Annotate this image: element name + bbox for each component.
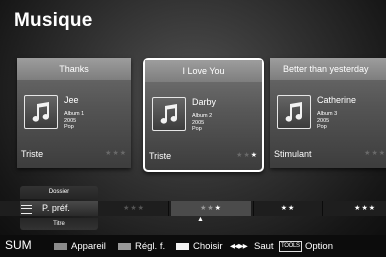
footer-appareil[interactable]: Appareil <box>71 241 106 252</box>
segment-divider <box>253 201 254 216</box>
track-album: Album 1 <box>64 111 85 117</box>
sort-tab-dossier[interactable]: Dossier <box>20 186 98 199</box>
track-meta: Album 3 2005 Pop <box>317 111 337 131</box>
footer-option[interactable]: Option <box>305 241 333 252</box>
track-album: Album 3 <box>317 111 338 117</box>
tools-key-icon: TOOLS <box>279 241 302 252</box>
star-empty-icon: ★ <box>371 150 379 157</box>
footer-regl[interactable]: Régl. f. <box>135 241 165 252</box>
track-album: Album 2 <box>192 113 213 119</box>
track-meta: Album 2 2005 Pop <box>192 113 212 133</box>
track-artist: Catherine <box>317 95 357 105</box>
track-genre: Pop <box>192 126 202 132</box>
sum-label: SUM <box>5 238 32 252</box>
track-mood: Triste <box>21 149 44 159</box>
star-empty-icon: ★ <box>243 152 251 159</box>
star-filled-icon: ★ <box>250 152 258 159</box>
music-screen: Musique Thanks Jee Album 1 2005 Pop Tris… <box>0 0 386 257</box>
track-title: Thanks <box>17 58 131 80</box>
filter-segment-2[interactable]: ★★ <box>256 201 320 216</box>
menu-lines-icon <box>21 205 32 214</box>
star-empty-icon: ★ <box>112 150 120 157</box>
track-artist: Jee <box>64 95 79 105</box>
rating-stars: ★★★ <box>236 151 258 159</box>
track-card-i-love-you[interactable]: I Love You Darby Album 2 2005 Pop Triste… <box>143 58 264 172</box>
key-choisir-icon <box>176 243 189 250</box>
skip-arrows-icon: ◀◀ ▶▶ <box>230 243 248 250</box>
filter-segment-0[interactable]: ★★★ <box>102 201 166 216</box>
track-title: I Love You <box>145 60 262 82</box>
filter-segment-1-active[interactable]: ★★★ <box>171 201 251 216</box>
music-note-icon <box>277 95 311 129</box>
music-note-icon <box>152 97 186 131</box>
segment-divider <box>168 201 169 216</box>
music-note-icon <box>24 95 58 129</box>
sort-tab-titre[interactable]: Titre <box>20 218 98 230</box>
star-empty-icon: ★ <box>119 150 127 157</box>
footer-choisir[interactable]: Choisir <box>193 241 223 252</box>
rating-stars: ★★★ <box>105 149 127 157</box>
segment-divider <box>322 201 323 216</box>
segment-star-dim: ★★ <box>200 205 215 212</box>
key-appareil-icon <box>54 243 67 250</box>
filter-segment-3[interactable]: ★★★ <box>324 201 386 216</box>
track-card-better-than-yesterday[interactable]: Better than yesterday Catherine Album 3 … <box>270 58 386 168</box>
page-title: Musique <box>14 10 93 31</box>
track-card-thanks[interactable]: Thanks Jee Album 1 2005 Pop Triste ★★★ <box>17 58 131 168</box>
track-mood: Triste <box>149 151 172 161</box>
track-meta: Album 1 2005 Pop <box>64 111 84 131</box>
track-artist: Darby <box>192 97 217 107</box>
star-empty-icon: ★ <box>378 150 386 157</box>
track-genre: Pop <box>64 124 74 130</box>
track-title: Better than yesterday <box>270 58 386 80</box>
footer-saut[interactable]: Saut <box>254 241 274 252</box>
segment-star-lit: ★ <box>214 205 222 212</box>
rating-stars: ★★★ <box>364 149 386 157</box>
track-mood: Stimulant <box>274 149 312 159</box>
key-regl-icon <box>118 243 131 250</box>
arrow-up-icon: ▲ <box>197 216 204 223</box>
track-genre: Pop <box>317 124 327 130</box>
